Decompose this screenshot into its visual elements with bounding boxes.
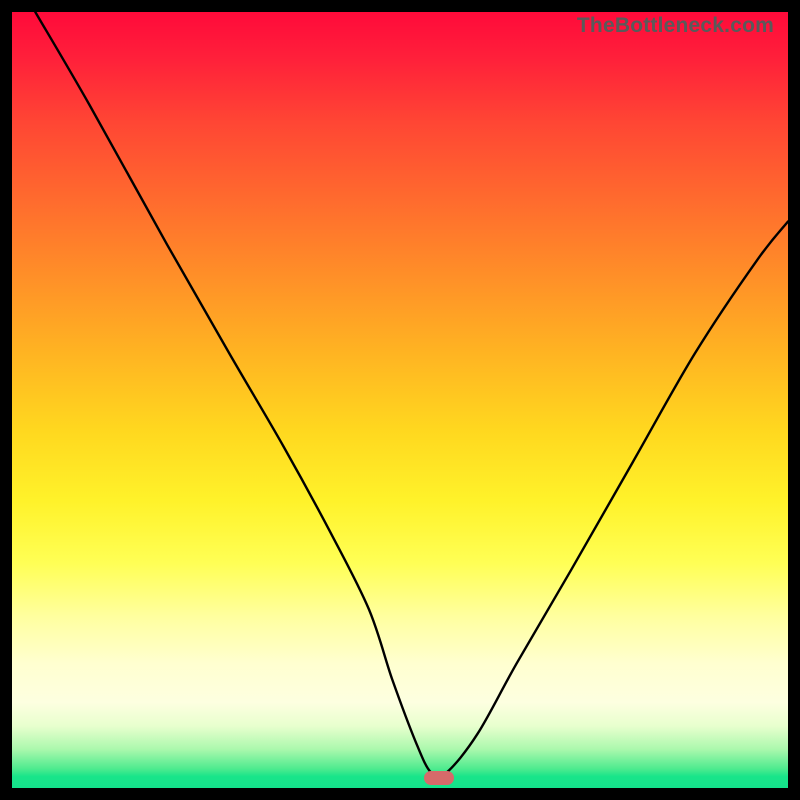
optimal-point-marker <box>424 771 454 785</box>
bottleneck-curve <box>12 12 788 788</box>
chart-frame: TheBottleneck.com <box>0 0 800 800</box>
watermark-text: TheBottleneck.com <box>577 14 774 38</box>
plot-area: TheBottleneck.com <box>12 12 788 788</box>
